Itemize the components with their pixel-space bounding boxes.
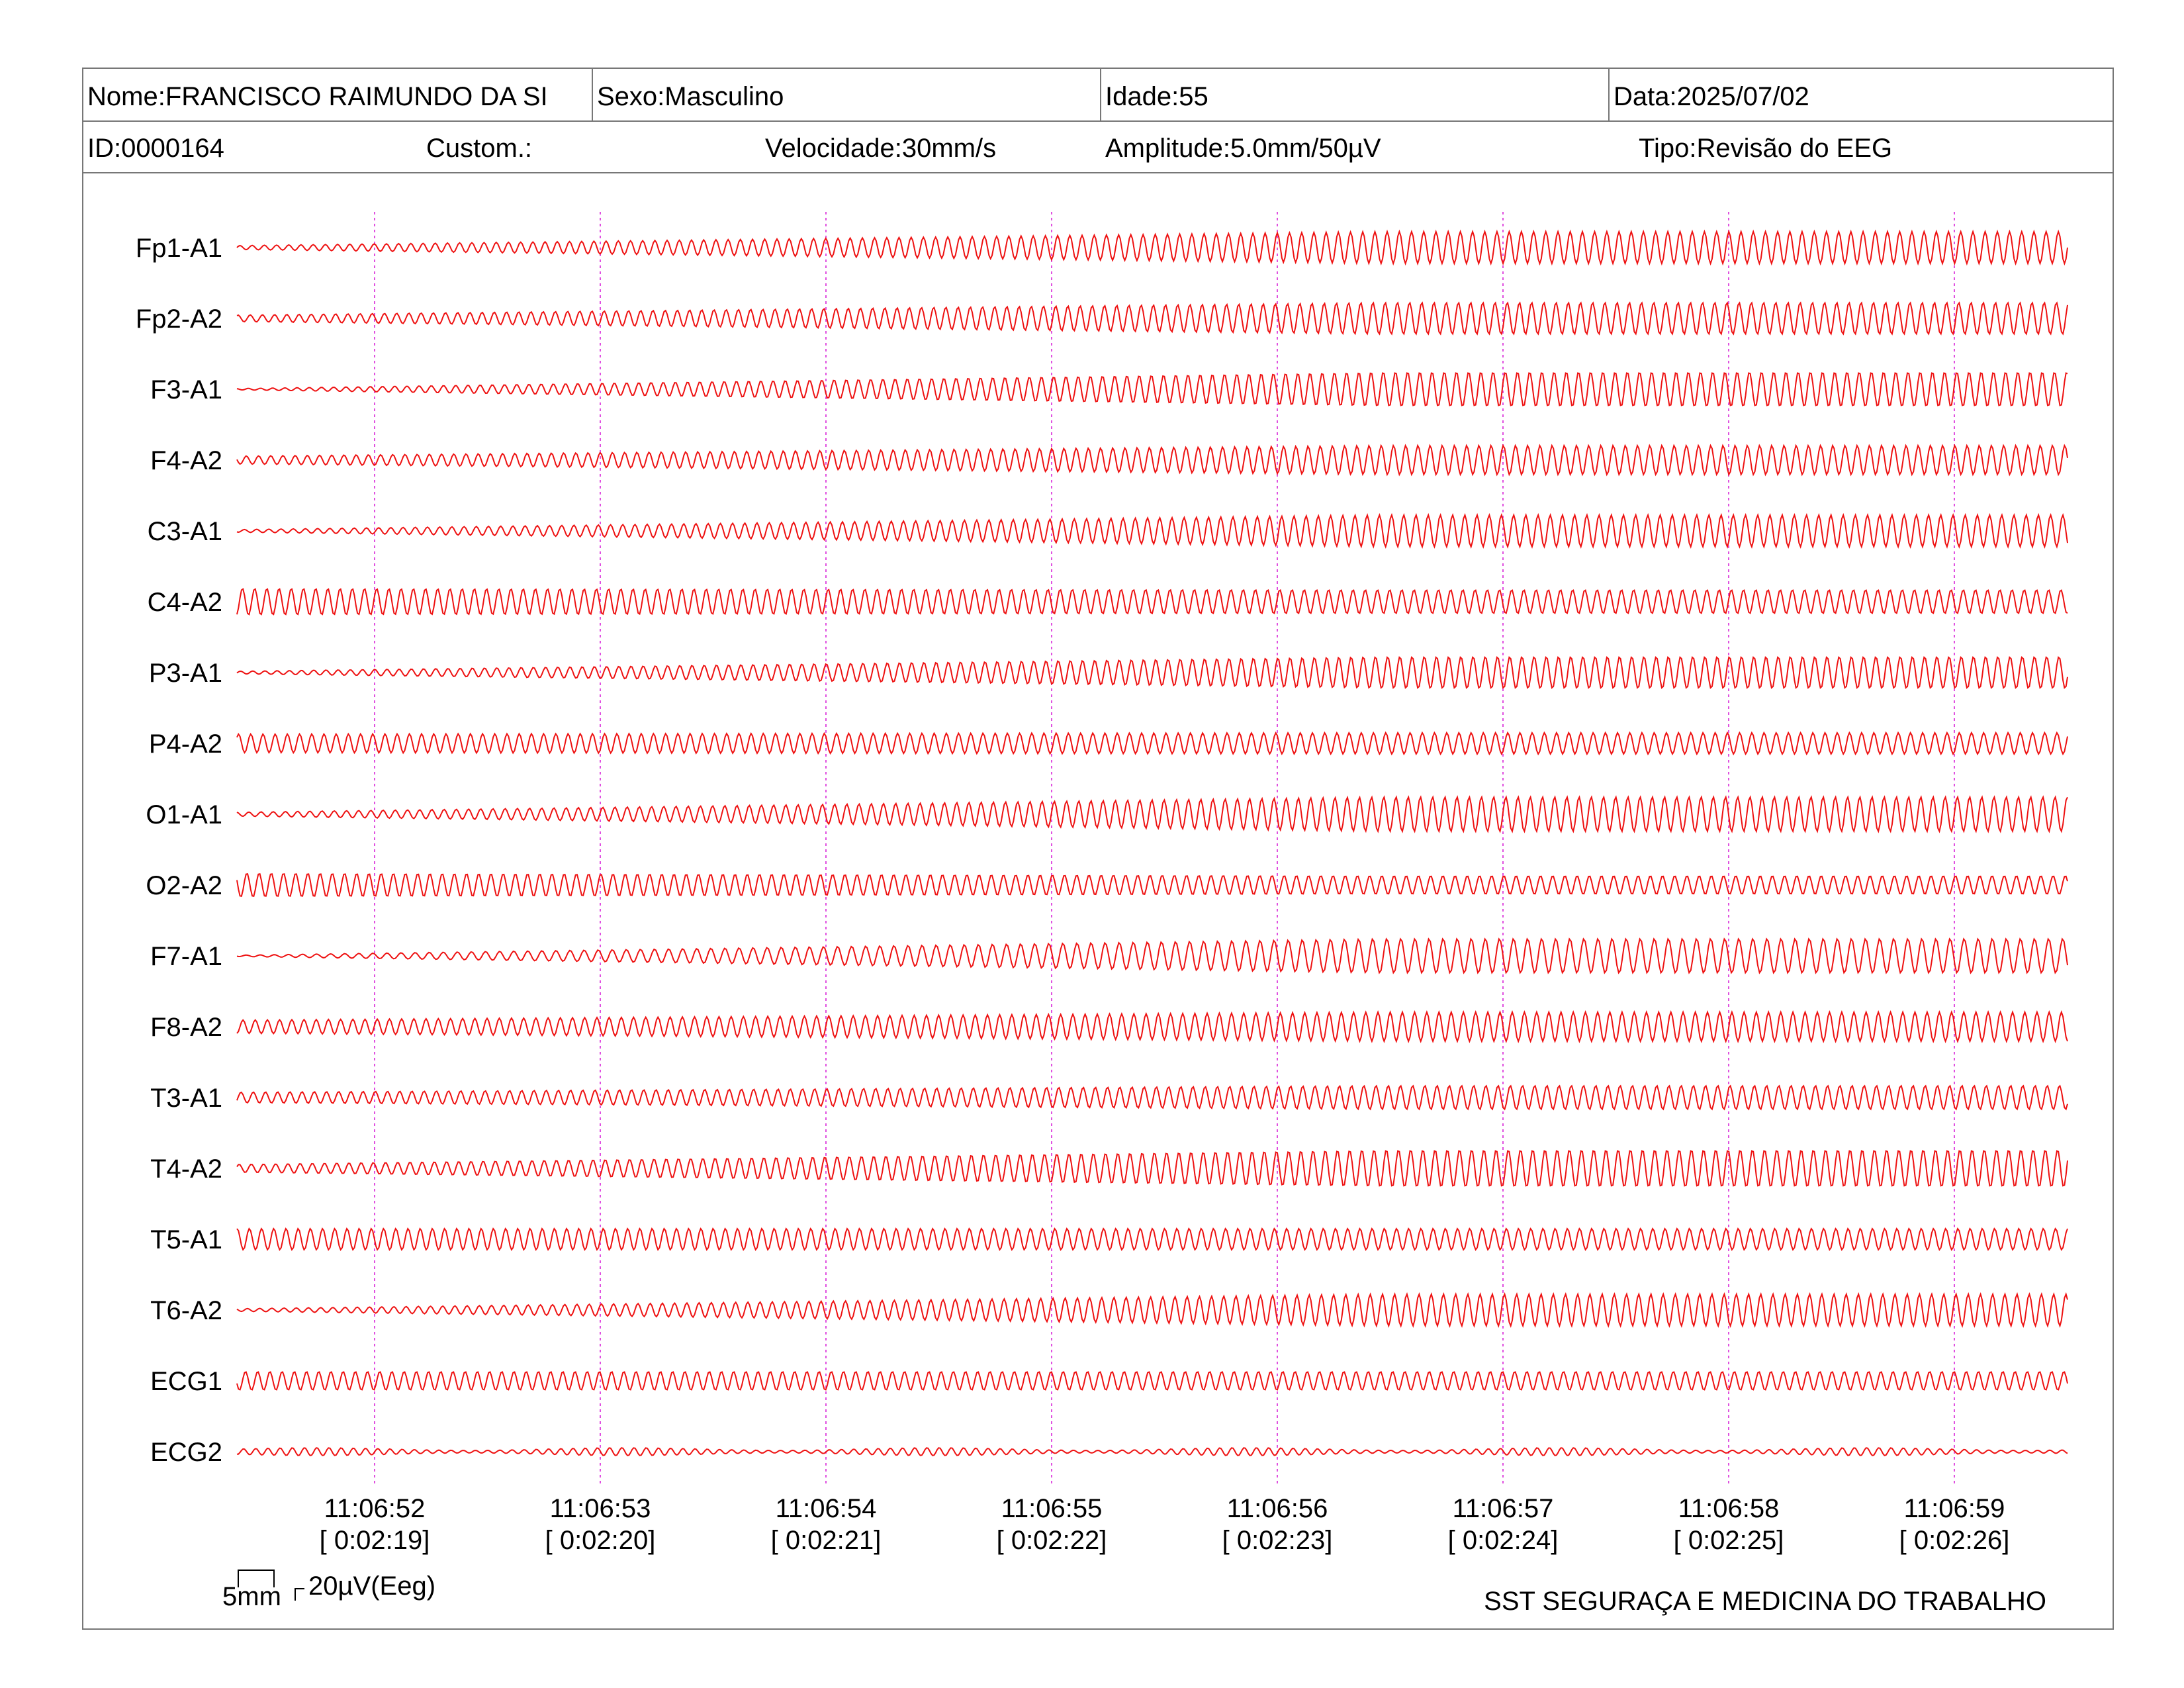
- channel-label: C4-A2: [148, 588, 222, 617]
- time-marker-clock: 11:06:56: [1227, 1494, 1328, 1523]
- scale-amplitude-label: 20µV(Eeg): [308, 1571, 436, 1601]
- time-marker-clock: 11:06:53: [550, 1494, 651, 1523]
- channel-label: P3-A1: [149, 659, 222, 688]
- channel-trace: [236, 1371, 2068, 1391]
- scale-time-label: 5mm: [222, 1582, 281, 1611]
- channel-trace: [236, 372, 2068, 406]
- channel-trace: [236, 656, 2068, 689]
- time-marker-clock: 11:06:55: [1001, 1494, 1103, 1523]
- time-marker-clock: 11:06:52: [324, 1494, 426, 1523]
- channel-trace: [236, 1084, 2068, 1111]
- channel-label: P4-A2: [149, 729, 222, 759]
- time-marker-clock: 11:06:58: [1678, 1494, 1780, 1523]
- time-marker-elapsed: [ 0:02:23]: [1222, 1526, 1333, 1555]
- channel-label: O2-A2: [146, 871, 222, 900]
- clinic-name: SST SEGURAÇA E MEDICINA DO TRABALHO: [1484, 1587, 2046, 1616]
- time-marker-elapsed: [ 0:02:21]: [771, 1526, 882, 1555]
- channel-trace: [236, 444, 2068, 477]
- channel-label: F3-A1: [150, 375, 222, 404]
- channel-label: F4-A2: [150, 446, 222, 475]
- channel-trace: [236, 1010, 2068, 1043]
- time-marker-elapsed: [ 0:02:19]: [320, 1526, 430, 1555]
- time-marker-elapsed: [ 0:02:25]: [1674, 1526, 1784, 1555]
- channel-label: T3-A1: [150, 1084, 222, 1113]
- channel-trace: [236, 1291, 2068, 1329]
- channel-trace: [236, 731, 2068, 756]
- channel-label: F7-A1: [150, 942, 222, 971]
- channel-trace: [236, 873, 2068, 897]
- channel-trace: [236, 301, 2068, 336]
- channel-label: Fp2-A2: [136, 305, 222, 334]
- time-marker-clock: 11:06:57: [1453, 1494, 1554, 1523]
- channel-trace: [236, 795, 2068, 833]
- time-marker-elapsed: [ 0:02:22]: [997, 1526, 1107, 1555]
- channel-label: O1-A1: [146, 800, 222, 829]
- channel-label: C3-A1: [148, 517, 222, 546]
- channel-trace: [236, 937, 2068, 974]
- time-marker-elapsed: [ 0:02:20]: [545, 1526, 656, 1555]
- time-marker-elapsed: [ 0:02:26]: [1899, 1526, 2010, 1555]
- channel-label: T4-A2: [150, 1154, 222, 1184]
- channel-trace: [236, 229, 2068, 266]
- time-marker-clock: 11:06:54: [776, 1494, 877, 1523]
- channel-label: ECG2: [150, 1438, 222, 1467]
- eeg-report-sheet: Nome:FRANCISCO RAIMUNDO DA SI Sexo:Mascu…: [82, 68, 2114, 1630]
- channel-trace: [236, 588, 2068, 616]
- channel-trace: [236, 513, 2068, 549]
- channel-label: F8-A2: [150, 1013, 222, 1042]
- time-marker-clock: 11:06:59: [1904, 1494, 2005, 1523]
- scale-bar: [236, 1568, 304, 1601]
- channel-trace: [236, 1447, 2068, 1456]
- channel-label: Fp1-A1: [136, 234, 222, 263]
- eeg-trace-area: 11:06:52 [ 0:02:19] 11:06:53 [ 0:02:20] 11:0…: [136, 212, 2068, 1555]
- time-marker-elapsed: [ 0:02:24]: [1448, 1526, 1559, 1555]
- channel-label: T6-A2: [150, 1296, 222, 1325]
- channel-trace: [236, 1150, 2068, 1187]
- channel-label: T5-A1: [150, 1225, 222, 1254]
- channel-label: ECG1: [150, 1367, 222, 1396]
- channel-trace: [236, 1227, 2068, 1251]
